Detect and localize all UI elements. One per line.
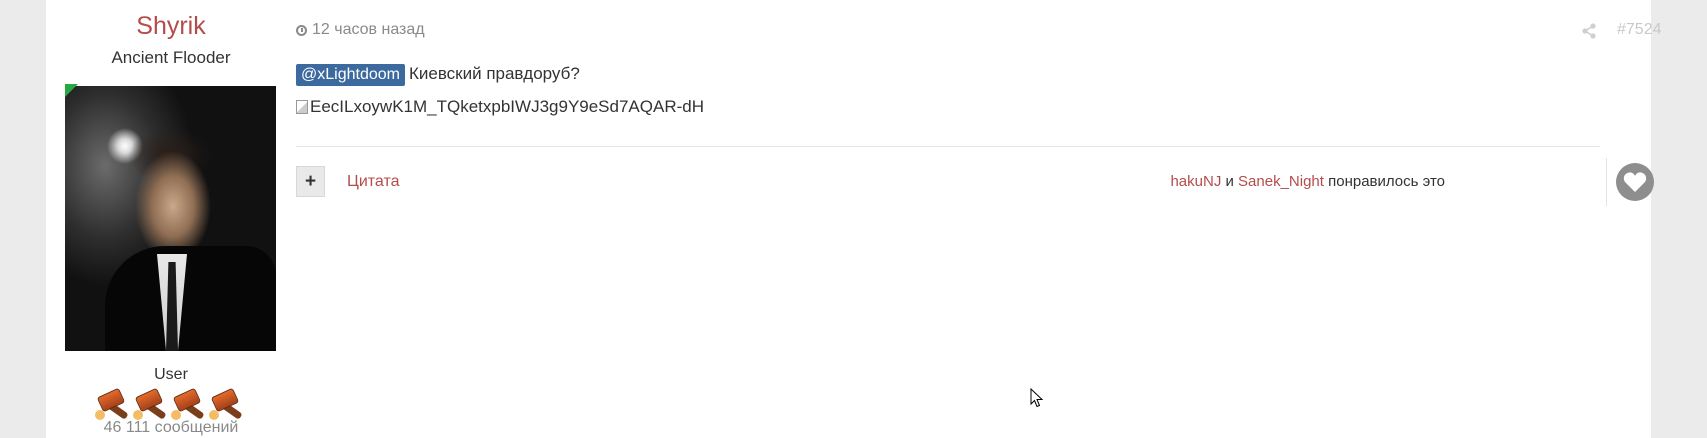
post-text: Киевский правдоруб? [408,64,580,83]
share-icon[interactable] [1581,23,1597,39]
gavel-icon [171,386,209,422]
image-alt-text: EecILxoywK1M_TQketxpbIWJ3g9Y9eSd7AQAR-dH [310,97,705,116]
multiquote-button[interactable]: + [296,166,325,197]
like-button[interactable] [1616,163,1654,201]
avatar-suit [105,246,276,351]
timestamp-text: 12 часов назад [312,21,425,38]
like-user-link[interactable]: Sanek_Night [1238,173,1324,190]
rank-badges [95,386,247,422]
plus-icon: + [304,170,317,192]
post-count: 46 111 сообщений [103,419,239,436]
likes-conjunction: и [1221,173,1239,190]
footer-divider [296,146,1600,147]
clock-icon [296,24,307,36]
online-indicator [65,84,78,97]
post-number-link[interactable]: #7524 [1617,21,1662,39]
likes-summary: hakuNJ и Sanek_Night понравилось это [1170,173,1445,190]
post-content: @xLightdoom Киевский правдоруб? [296,64,580,86]
gavel-icon [133,386,171,422]
like-user-link[interactable]: hakuNJ [1170,173,1221,190]
quote-button[interactable]: Цитата [347,173,400,191]
gavel-icon [95,386,133,422]
embedded-image[interactable]: EecILxoywK1M_TQketxpbIWJ3g9Y9eSd7AQAR-dH [296,97,704,117]
author-name[interactable]: Shyrik [46,12,296,41]
likes-suffix: понравилось это [1323,173,1445,190]
user-mention[interactable]: @xLightdoom [296,64,405,86]
heart-icon [1623,172,1647,192]
likes-separator [1606,158,1607,206]
rank-label: User [154,366,188,383]
broken-image-icon [296,100,308,114]
mouse-cursor-icon [1030,388,1044,408]
forum-post: Shyrik Ancient Flooder User 46 111 сообщ… [46,0,1662,438]
post-timestamp[interactable]: 12 часов назад [296,21,425,39]
avatar[interactable] [65,86,276,351]
gavel-icon [209,386,247,422]
author-title: Ancient Flooder [111,48,231,67]
